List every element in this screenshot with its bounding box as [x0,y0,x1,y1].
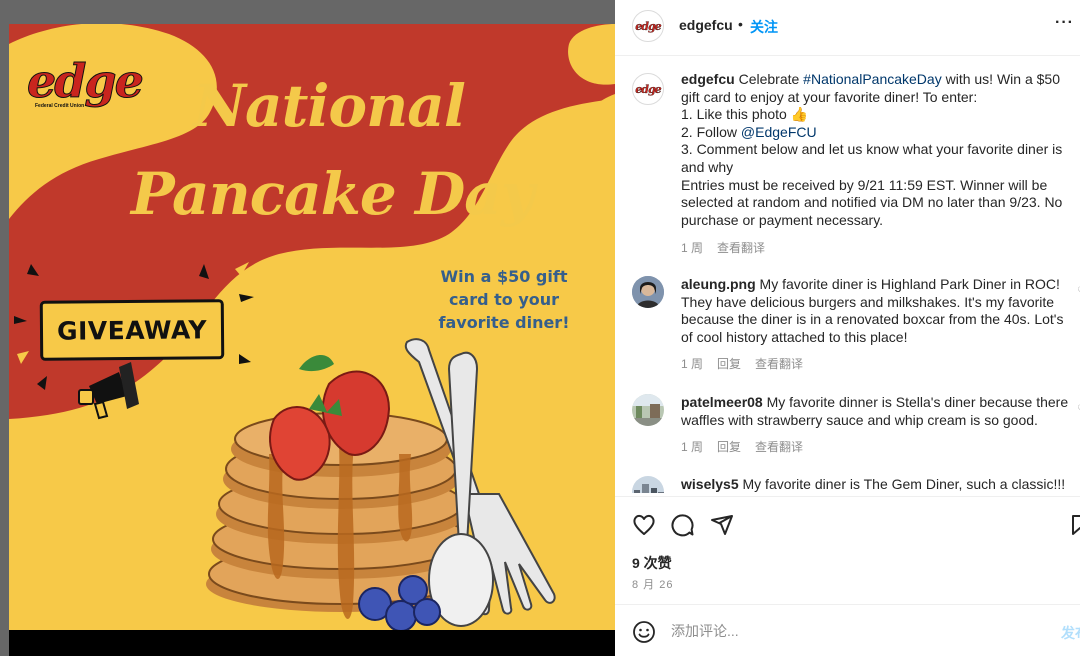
author-avatar[interactable]: edge [632,10,664,42]
media-bottom-bar [9,630,615,656]
profile-photo-icon [632,394,664,426]
like-heart-icon[interactable] [632,513,656,537]
more-options-icon[interactable]: ··· [1055,14,1074,32]
backdrop-strip [0,0,615,24]
post-header: edge edgefcu • 关注 ··· [615,0,1080,56]
likes-count[interactable]: 9 次赞 [632,553,672,573]
post-comment-button[interactable]: 发布 [1061,623,1080,643]
caption-line2-prefix: 2. Follow [681,123,741,140]
comment-input[interactable] [671,621,1031,641]
comment-composer: 发布 [615,604,1080,656]
comments-list[interactable]: edge edgefcu Celebrate #NationalPancakeD… [615,57,1080,493]
author-username[interactable]: edgefcu [679,17,733,33]
caption-avatar[interactable]: edge [632,73,664,105]
commenter-avatar[interactable] [632,476,664,493]
post-media-area: edge Federal Credit Union National Panca… [0,0,615,656]
caption-time[interactable]: 1 周 [681,241,703,255]
profile-photo-icon [632,476,664,493]
translate-link[interactable]: 查看翻译 [755,440,803,454]
save-bookmark-icon[interactable] [1068,513,1080,537]
avatar-logo-text: edge [635,82,662,96]
commenter-username[interactable]: aleung.png [681,276,756,292]
brand-tagline: Federal Credit Union [35,103,85,109]
caption-text: edgefcu Celebrate #NationalPancakeDay wi… [681,71,1071,229]
gift-text-line3: favorite diner! [438,313,570,332]
comment-meta: 1 周回复 查看翻译 [681,438,817,455]
gift-card-text: Win a $50 gift card to your favorite din… [429,265,579,334]
comment-text: patelmeer08 My favorite dinner is Stella… [681,394,1071,429]
caption-translate-link[interactable]: 查看翻译 [717,241,765,255]
brand-logo: edge [27,54,145,109]
header-separator: • [738,16,743,32]
giveaway-badge: GIVEAWAY [39,299,225,361]
follow-button[interactable]: 关注 [750,17,778,37]
commenter-avatar[interactable] [632,394,664,426]
caption-username[interactable]: edgefcu [681,71,735,87]
hashtag-link[interactable]: #NationalPancakeDay [803,71,942,87]
caption-meta: 1 周查看翻译 [681,239,779,256]
reply-button[interactable]: 回复 [717,357,741,371]
commenter-avatar[interactable] [632,276,664,308]
translate-link[interactable]: 查看翻译 [755,357,803,371]
commenter-username[interactable]: wiselys5 [681,476,739,492]
avatar-logo-text: edge [635,19,662,33]
backdrop-strip-left [0,0,9,656]
reply-button[interactable]: 回复 [717,440,741,454]
comment-text: wiselys5 My favorite diner is The Gem Di… [681,476,1071,493]
headline-line2: Pancake Day [131,160,535,228]
gift-text-line2: card to your [448,290,560,309]
comment-time[interactable]: 1 周 [681,357,703,371]
caption-line3: 3. Comment below and let us know what yo… [681,141,1063,175]
comment-meta: 1 周回复 查看翻译 [681,355,817,372]
profile-photo-icon [632,276,664,308]
comment-content: My favorite diner is The Gem Diner, such… [738,476,1066,492]
gift-text-line1: Win a $50 gift [440,267,568,286]
post-actions: 9 次赞 8 月 26 [615,496,1080,603]
comment-bubble-icon[interactable] [671,513,695,537]
comment-time[interactable]: 1 周 [681,440,703,454]
caption-line4: Entries must be received by 9/21 11:59 E… [681,176,1063,228]
caption-line1: 1. Like this photo 👍 [681,106,809,123]
post-date: 8 月 26 [632,579,674,591]
comment-text: aleung.png My favorite diner is Highland… [681,276,1071,346]
post-panel: edge edgefcu • 关注 ··· edge edgefcu Celeb… [615,0,1080,656]
mention-link[interactable]: @EdgeFCU [741,124,817,140]
share-paper-plane-icon[interactable] [710,513,734,537]
commenter-username[interactable]: patelmeer08 [681,394,763,410]
post-image[interactable]: edge Federal Credit Union National Panca… [9,24,615,630]
emoji-smiley-icon[interactable] [632,620,656,644]
headline-line1: National [193,72,466,140]
caption-text-part: Celebrate [734,71,804,87]
